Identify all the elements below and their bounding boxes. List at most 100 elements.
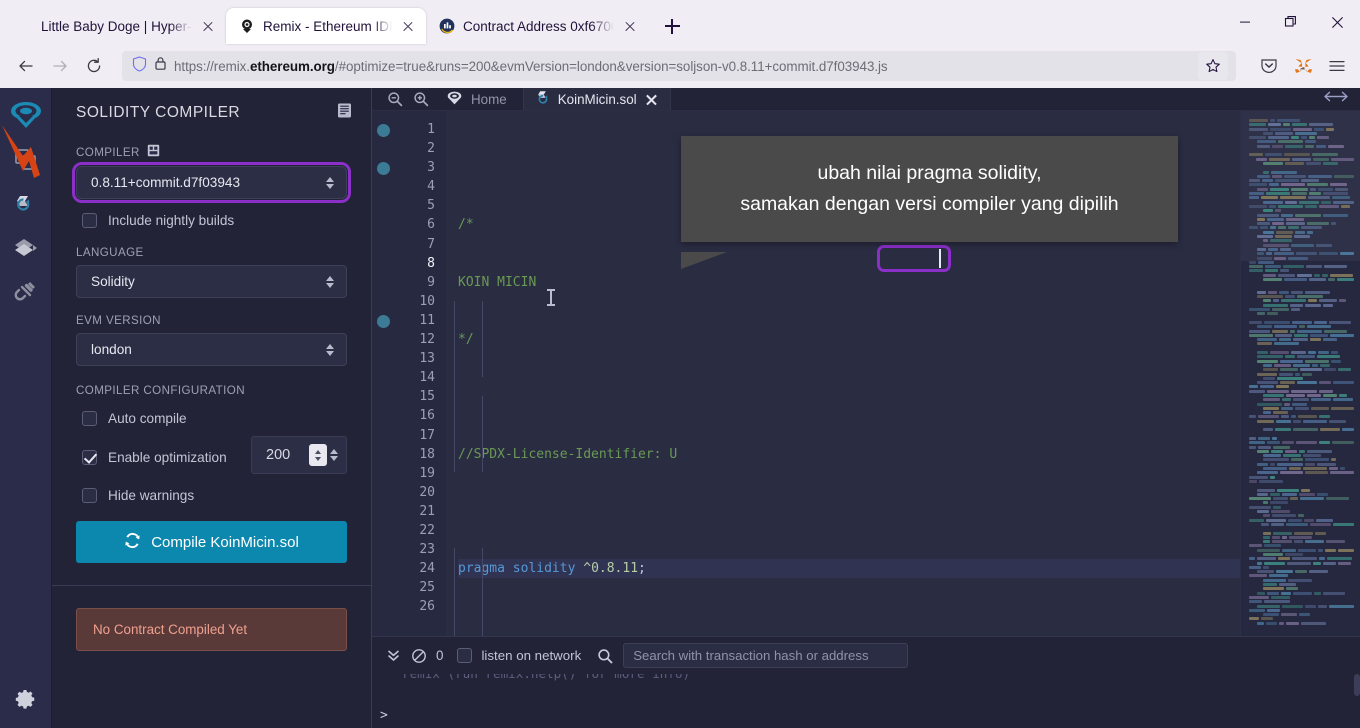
settings-gear-icon[interactable] bbox=[5, 684, 47, 728]
new-tab-button[interactable] bbox=[656, 10, 688, 42]
enable-optimization-check[interactable]: Enable optimization bbox=[82, 450, 251, 465]
address-bar[interactable]: https://remix.ethereum.org/#optimize=tru… bbox=[122, 51, 1236, 81]
minimap-line bbox=[1249, 325, 1354, 328]
tab-home[interactable]: Home bbox=[440, 88, 523, 110]
optimization-runs-value: 200 bbox=[266, 447, 309, 463]
minimap-line bbox=[1249, 175, 1354, 178]
maximize-button[interactable] bbox=[1268, 0, 1314, 44]
enable-optimization-checkbox[interactable] bbox=[82, 450, 97, 465]
code-line: */ bbox=[458, 330, 1360, 349]
minimap-line bbox=[1249, 132, 1354, 135]
close-icon[interactable] bbox=[645, 93, 658, 106]
enable-optimization-row: Enable optimization 200 bbox=[76, 426, 347, 474]
minimap-line bbox=[1249, 149, 1354, 152]
url-text[interactable]: https://remix.ethereum.org/#optimize=tru… bbox=[174, 59, 1191, 74]
editing-caret bbox=[939, 249, 941, 268]
transaction-search-input[interactable]: Search with transaction hash or address bbox=[623, 643, 908, 668]
listen-on-network-row[interactable]: listen on network bbox=[457, 648, 581, 663]
hide-warnings-checkbox[interactable] bbox=[82, 488, 97, 503]
minimap-line bbox=[1249, 605, 1354, 608]
search-icon[interactable] bbox=[597, 648, 613, 664]
minimize-button[interactable] bbox=[1222, 0, 1268, 44]
breakpoint-dot-line-1[interactable] bbox=[377, 124, 390, 137]
remix-home-icon bbox=[446, 90, 463, 109]
star-icon[interactable] bbox=[1198, 52, 1228, 80]
compiler-config-icon[interactable] bbox=[147, 144, 160, 160]
code-line: //SPDX-License-Identifier: U bbox=[458, 445, 1360, 464]
auto-compile-checkbox[interactable] bbox=[82, 411, 97, 426]
minimap-line bbox=[1249, 506, 1354, 509]
hide-warnings-label: Hide warnings bbox=[108, 488, 194, 503]
hide-warnings-row[interactable]: Hide warnings bbox=[82, 488, 347, 503]
line-number-current: 8 bbox=[398, 254, 435, 273]
callout-tail bbox=[681, 252, 727, 269]
chevron-double-down-icon[interactable] bbox=[380, 643, 406, 669]
breakpoint-dot-line-3[interactable] bbox=[377, 162, 390, 175]
shield-icon[interactable] bbox=[132, 56, 147, 77]
file-explorer-icon[interactable] bbox=[5, 138, 47, 182]
compile-button-label: Compile KoinMicin.sol bbox=[151, 534, 299, 551]
browser-tab-1[interactable]: Little Baby Doge | Hyper-Deflationar bbox=[4, 8, 226, 44]
language-select[interactable]: Solidity bbox=[76, 265, 347, 298]
plugin-manager-icon[interactable] bbox=[5, 270, 47, 314]
compile-button[interactable]: Compile KoinMicin.sol bbox=[76, 521, 347, 563]
line-number: 17 bbox=[398, 426, 435, 445]
minimap-line bbox=[1249, 579, 1354, 582]
deploy-run-icon[interactable] bbox=[5, 226, 47, 270]
minimap-line bbox=[1249, 373, 1354, 376]
indent-guide bbox=[482, 548, 483, 643]
chevron-updown-icon bbox=[324, 344, 336, 356]
reload-icon[interactable] bbox=[78, 50, 110, 82]
minimap-line bbox=[1249, 209, 1354, 212]
line-number: 5 bbox=[398, 196, 435, 215]
listen-on-network-checkbox[interactable] bbox=[457, 648, 472, 663]
minimap-line bbox=[1249, 287, 1354, 290]
zoom-out-icon[interactable] bbox=[384, 88, 406, 110]
spinner-arrows-icon[interactable] bbox=[330, 449, 338, 461]
zoom-in-icon[interactable] bbox=[410, 88, 432, 110]
page-title: SOLIDITY COMPILER bbox=[76, 104, 240, 122]
minimap-line bbox=[1249, 415, 1354, 418]
remix-logo[interactable] bbox=[5, 94, 47, 138]
compiler-version-select[interactable]: 0.8.11+commit.d7f03943 bbox=[76, 166, 347, 199]
terminal-scrollbar[interactable] bbox=[1354, 674, 1360, 696]
line-number: 15 bbox=[398, 387, 435, 406]
include-nightly-builds-row[interactable]: Include nightly builds bbox=[82, 213, 347, 228]
close-button[interactable] bbox=[1314, 0, 1360, 44]
tab-koinmicin-sol[interactable]: KoinMicin.sol bbox=[523, 88, 671, 110]
tab-close-icon[interactable] bbox=[622, 18, 638, 34]
evm-version-select[interactable]: london bbox=[76, 333, 347, 366]
breakpoint-dot-line-11[interactable] bbox=[377, 315, 390, 328]
tab-close-icon[interactable] bbox=[200, 18, 216, 34]
metamask-fox-icon[interactable] bbox=[1288, 51, 1318, 81]
tab-close-icon[interactable] bbox=[400, 18, 416, 34]
pocket-icon[interactable] bbox=[1254, 51, 1284, 81]
clear-console-icon[interactable] bbox=[406, 643, 432, 669]
forward-arrow-icon[interactable] bbox=[44, 50, 76, 82]
stepper-updown-icon[interactable] bbox=[309, 444, 327, 466]
minimap-line bbox=[1249, 188, 1354, 191]
include-nightly-builds-checkbox[interactable] bbox=[82, 213, 97, 228]
minimap-line bbox=[1249, 128, 1354, 131]
documentation-icon[interactable] bbox=[336, 102, 353, 124]
enable-optimization-label: Enable optimization bbox=[108, 450, 227, 465]
minimap-line bbox=[1249, 540, 1354, 543]
hamburger-menu-icon[interactable] bbox=[1322, 51, 1352, 81]
compiler-version-value: 0.8.11+commit.d7f03943 bbox=[91, 175, 324, 190]
optimization-runs-stepper[interactable]: 200 bbox=[251, 436, 347, 474]
minimap-line bbox=[1249, 231, 1354, 234]
horizontal-resize-icon[interactable] bbox=[1324, 90, 1348, 108]
line-number: 11 bbox=[398, 311, 435, 330]
browser-tab-2[interactable]: Remix - Ethereum IDE bbox=[226, 8, 426, 44]
lock-icon[interactable] bbox=[154, 56, 167, 76]
browser-tab-3[interactable]: Contract Address 0xf67006f8d2 bbox=[426, 8, 648, 44]
minimap-line bbox=[1249, 162, 1354, 165]
minimap-line bbox=[1249, 355, 1354, 358]
minimap-line bbox=[1249, 192, 1354, 195]
solidity-compiler-icon[interactable] bbox=[5, 182, 47, 226]
remix-app: SOLIDITY COMPILER COMPILER bbox=[0, 88, 1360, 728]
back-arrow-icon[interactable] bbox=[10, 50, 42, 82]
terminal-prompt[interactable]: > bbox=[372, 694, 1360, 723]
auto-compile-row[interactable]: Auto compile bbox=[82, 411, 347, 426]
minimap-line bbox=[1249, 510, 1354, 513]
